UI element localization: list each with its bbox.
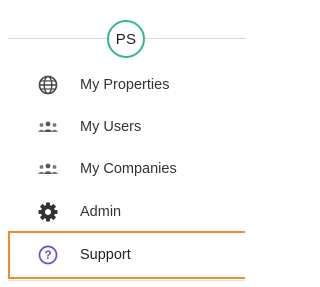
menu-item-label: My Properties xyxy=(80,77,170,93)
menu-item-label: Admin xyxy=(80,204,122,220)
users-icon xyxy=(36,115,60,139)
menu-item-label: Support xyxy=(80,247,131,263)
menu-item-admin[interactable]: Admin xyxy=(8,191,245,233)
menu-item-support[interactable]: ? Support xyxy=(8,231,245,279)
globe-icon xyxy=(36,73,60,97)
avatar[interactable]: PS xyxy=(107,20,145,58)
menu-item-my-companies[interactable]: My Companies xyxy=(8,148,245,190)
users-icon xyxy=(36,157,60,181)
menu-item-my-users[interactable]: My Users xyxy=(8,106,245,148)
user-menu: PS My Properties My Users My Companies A… xyxy=(0,0,245,287)
menu-divider-bottom xyxy=(8,280,245,281)
gear-icon xyxy=(36,200,60,224)
svg-text:?: ? xyxy=(44,248,51,262)
menu-item-my-properties[interactable]: My Properties xyxy=(8,64,245,106)
menu-item-label: My Companies xyxy=(80,161,177,177)
help-icon: ? xyxy=(36,243,60,267)
menu-item-label: My Users xyxy=(80,119,142,135)
avatar-initials: PS xyxy=(115,30,137,48)
